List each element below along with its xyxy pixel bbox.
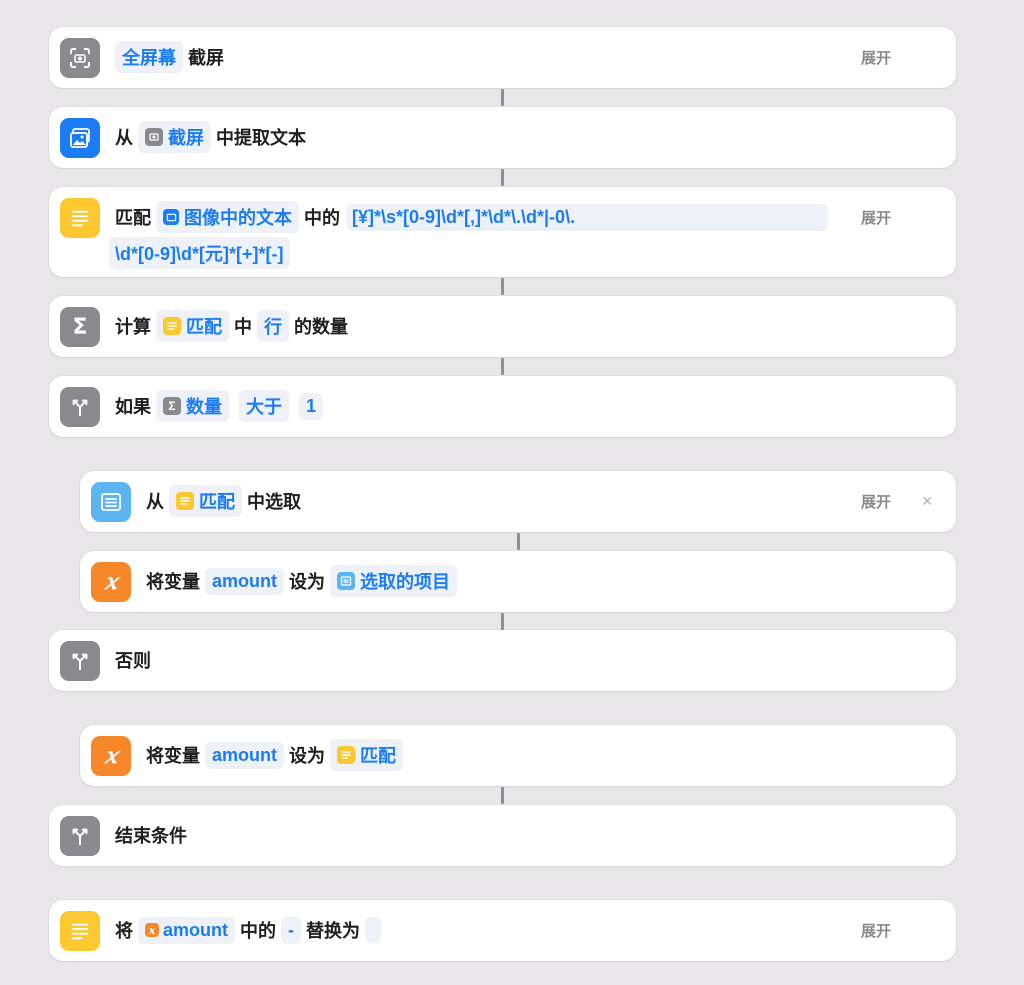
- action-screenshot[interactable]: 全屏幕 截屏 展开: [49, 27, 956, 88]
- prefix-text: 从: [146, 492, 164, 512]
- prefix-text: 如果: [115, 397, 151, 417]
- action-line: 如果 Σ 数量 大于 1: [115, 376, 328, 436]
- action-line: 全屏幕 截屏: [115, 27, 224, 87]
- suffix-text: 替换为: [306, 921, 360, 941]
- prefix-text: 将变量: [146, 746, 200, 766]
- expand-button[interactable]: 展开: [861, 900, 891, 960]
- matches-variable-chip[interactable]: 匹配: [169, 485, 242, 517]
- variable-name-chip[interactable]: amount: [205, 741, 284, 769]
- variable-x-icon: 𝑥: [91, 736, 131, 776]
- replace-with-field[interactable]: [365, 917, 381, 943]
- middle-text: 设为: [289, 572, 325, 592]
- condition-chip[interactable]: 大于: [239, 390, 289, 422]
- action-extract-text[interactable]: 从 截屏 中提取文本: [49, 107, 956, 168]
- expand-button[interactable]: 展开: [861, 471, 891, 531]
- suffix-text: 中提取文本: [216, 128, 306, 148]
- chip-label: amount: [163, 919, 228, 940]
- text-lines-icon: [60, 911, 100, 951]
- action-line-2: \d*[0-9]\d*[元]*[+]*[-]: [109, 223, 290, 283]
- middle-text: 中的: [304, 208, 340, 228]
- action-set-variable[interactable]: 𝑥 将变量 amount 设为 选取的项目: [80, 551, 956, 612]
- prefix-text: 计算: [115, 317, 151, 337]
- regex-line-1: [¥]*\s*[0-9]\d*[,]*\d*\.\d*|-0\.: [352, 206, 576, 227]
- sigma-icon: Σ: [163, 397, 181, 415]
- value-chip[interactable]: 1: [299, 392, 324, 420]
- connector: [501, 169, 504, 186]
- suffix-text: 的数量: [294, 317, 348, 337]
- action-replace-text[interactable]: 将 x amount 中的 - 替换为 展开: [49, 900, 956, 961]
- action-label: 截屏: [188, 48, 224, 68]
- branch-icon: [60, 641, 100, 681]
- matches-variable-chip[interactable]: 匹配: [156, 310, 229, 342]
- action-choose-from-list[interactable]: 从 匹配 中选取 展开 ×: [80, 471, 956, 532]
- sigma-icon: Σ: [60, 307, 100, 347]
- end-if-label: 结束条件: [115, 826, 187, 846]
- connector: [501, 89, 504, 106]
- chip-label: 选取的项目: [360, 572, 450, 592]
- screenshot-icon: [60, 38, 100, 78]
- action-match-text[interactable]: 匹配 图像中的文本 中的 [¥]*\s*[0-9]\d*[,]*\d*\.\d*…: [49, 187, 956, 277]
- chip-label: 截屏: [168, 128, 204, 148]
- variable-x-icon: 𝑥: [91, 562, 131, 602]
- branch-icon: [60, 387, 100, 427]
- variable-x-icon: x: [145, 923, 159, 937]
- prefix-text: 将变量: [146, 572, 200, 592]
- prefix-text: 将: [115, 921, 133, 941]
- text-lines-icon: [337, 746, 355, 764]
- screen-mode-chip[interactable]: 全屏幕: [115, 41, 183, 73]
- expand-button[interactable]: 展开: [861, 27, 891, 87]
- expand-button[interactable]: 展开: [861, 187, 891, 247]
- connector: [501, 787, 504, 804]
- middle-text: 设为: [289, 746, 325, 766]
- action-line: 从 匹配 中选取: [146, 471, 301, 531]
- otherwise-label: 否则: [115, 651, 151, 671]
- action-set-variable[interactable]: 𝑥 将变量 amount 设为 匹配: [80, 725, 956, 786]
- action-end-if[interactable]: 结束条件: [49, 805, 956, 866]
- list-icon: [91, 482, 131, 522]
- find-text-chip[interactable]: -: [281, 916, 301, 944]
- action-line: 结束条件: [115, 805, 187, 865]
- amount-variable-chip[interactable]: x amount: [138, 916, 235, 944]
- count-variable-chip[interactable]: Σ 数量: [156, 390, 229, 422]
- middle-text: 中: [234, 317, 252, 337]
- regex-pattern-field[interactable]: [¥]*\s*[0-9]\d*[,]*\d*\.\d*|-0\.: [346, 203, 828, 231]
- chosen-item-chip[interactable]: 选取的项目: [330, 565, 457, 597]
- image-text-icon: [60, 118, 100, 158]
- suffix-text: 中选取: [247, 492, 301, 512]
- action-if[interactable]: 如果 Σ 数量 大于 1: [49, 376, 956, 437]
- action-count[interactable]: Σ 计算 匹配 中 行 的数量: [49, 296, 956, 357]
- regex-line-2: \d*[0-9]\d*[元]*[+]*[-]: [115, 244, 284, 264]
- screenshot-variable-chip[interactable]: 截屏: [138, 121, 211, 153]
- chip-label: 匹配: [199, 492, 235, 512]
- text-lines-icon: [163, 317, 181, 335]
- count-type-chip[interactable]: 行: [257, 310, 289, 342]
- regex-pattern-field-continued[interactable]: \d*[0-9]\d*[元]*[+]*[-]: [109, 237, 290, 269]
- action-line: 将 x amount 中的 - 替换为: [115, 900, 386, 960]
- chip-label: 匹配: [186, 317, 222, 337]
- connector: [517, 533, 520, 550]
- text-lines-icon: [176, 492, 194, 510]
- variable-name-chip[interactable]: amount: [205, 567, 284, 595]
- connector: [501, 613, 504, 630]
- chip-label: 匹配: [360, 746, 396, 766]
- action-line: 计算 匹配 中 行 的数量: [115, 296, 348, 356]
- action-line: 从 截屏 中提取文本: [115, 107, 306, 167]
- chip-label: 数量: [186, 397, 222, 417]
- action-line: 否则: [115, 630, 151, 690]
- prefix-text: 从: [115, 128, 133, 148]
- action-otherwise[interactable]: 否则: [49, 630, 956, 691]
- screenshot-icon: [145, 128, 163, 146]
- branch-icon: [60, 816, 100, 856]
- action-line: 将变量 amount 设为 匹配: [146, 725, 408, 785]
- middle-text: 中的: [240, 921, 276, 941]
- connector: [501, 358, 504, 375]
- connector: [501, 278, 504, 295]
- action-line: 将变量 amount 设为 选取的项目: [146, 551, 462, 611]
- close-icon[interactable]: ×: [922, 471, 933, 531]
- text-lines-icon: [60, 198, 100, 238]
- list-icon: [337, 572, 355, 590]
- matches-variable-chip[interactable]: 匹配: [330, 739, 403, 771]
